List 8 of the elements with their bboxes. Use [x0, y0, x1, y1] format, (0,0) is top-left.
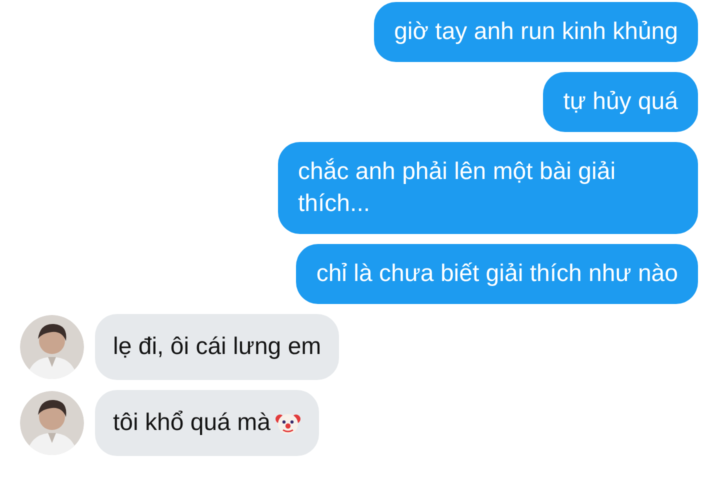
message-text: tự hủy quá — [563, 88, 678, 115]
avatar — [20, 315, 84, 379]
message-text: lẹ đi, ôi cái lưng em — [113, 332, 322, 362]
message-text: chỉ là chưa biết giải thích như nào — [316, 260, 678, 287]
message-text: chắc anh phải lên một bài giải thích... — [298, 158, 616, 217]
avatar — [20, 391, 84, 455]
message-text: tôi khổ quá mà — [113, 408, 270, 438]
message-text: giờ tay anh run kinh khủng — [394, 18, 678, 45]
